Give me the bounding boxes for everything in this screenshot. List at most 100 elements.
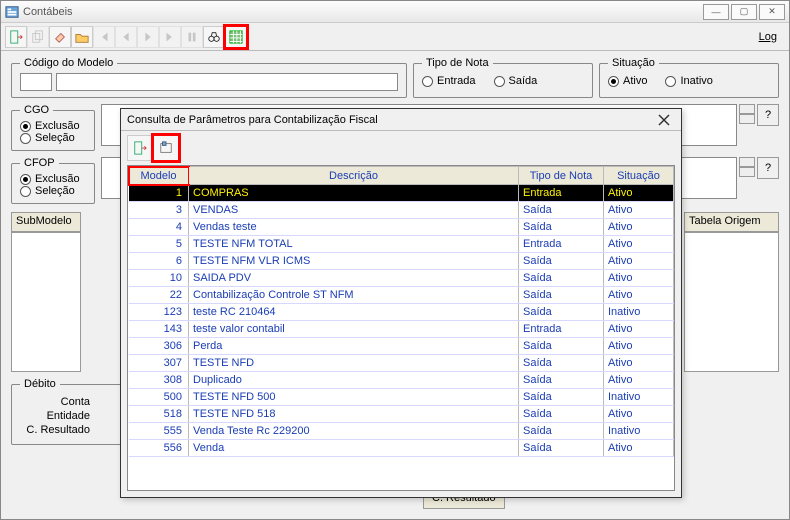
cell-tipo: Saída [519, 406, 604, 423]
cell-descricao: Duplicado [189, 372, 519, 389]
situacao-legend: Situação [608, 57, 659, 69]
open-button[interactable] [71, 26, 93, 48]
cresultado-label: C. Resultado [20, 424, 90, 436]
cell-tipo: Saída [519, 304, 604, 321]
cell-descricao: COMPRAS [189, 185, 519, 202]
radio-cgo-selecao[interactable]: Seleção [20, 132, 86, 144]
grid-button[interactable] [225, 26, 247, 48]
cell-situacao: Ativo [604, 372, 674, 389]
cell-tipo: Entrada [519, 236, 604, 253]
cell-tipo: Entrada [519, 185, 604, 202]
cell-situacao: Ativo [604, 440, 674, 457]
col-modelo[interactable]: Modelo [129, 167, 189, 185]
table-row[interactable]: 518TESTE NFD 518SaídaAtivo [129, 406, 674, 423]
cfop-legend: CFOP [20, 157, 59, 169]
table-row[interactable]: 3VENDASSaídaAtivo [129, 202, 674, 219]
cell-descricao: Venda Teste Rc 229200 [189, 423, 519, 440]
grid-icon [229, 30, 243, 44]
radio-cfop-selecao[interactable]: Seleção [20, 185, 86, 197]
col-tipo[interactable]: Tipo de Nota [519, 167, 604, 185]
table-row[interactable]: 306PerdaSaídaAtivo [129, 338, 674, 355]
tabela-origem-header[interactable]: Tabela Origem [684, 212, 779, 232]
table-row[interactable]: 22Contabilização Controle ST NFMSaídaAti… [129, 287, 674, 304]
cell-modelo: 22 [129, 287, 189, 304]
modal-grid[interactable]: Modelo Descrição Tipo de Nota Situação 1… [127, 165, 675, 491]
modal-close-button[interactable] [653, 111, 675, 129]
eraser-button[interactable] [49, 26, 71, 48]
table-row[interactable]: 307TESTE NFDSaídaAtivo [129, 355, 674, 372]
cfop-spinner[interactable] [739, 157, 755, 177]
cell-modelo: 556 [129, 440, 189, 457]
cell-descricao: TESTE NFD 518 [189, 406, 519, 423]
cell-modelo: 3 [129, 202, 189, 219]
radio-cfop-excl-label: Exclusão [35, 173, 80, 185]
cell-descricao: VENDAS [189, 202, 519, 219]
maximize-button[interactable]: ▢ [731, 4, 757, 20]
table-row[interactable]: 143teste valor contabilEntradaAtivo [129, 321, 674, 338]
col-situacao[interactable]: Situação [604, 167, 674, 185]
cfop-help-button[interactable]: ? [757, 157, 779, 179]
radio-cgo-sel-label: Seleção [35, 132, 75, 144]
cell-modelo: 500 [129, 389, 189, 406]
submodelo-header[interactable]: SubModelo [11, 212, 81, 232]
submodelo-list[interactable] [11, 232, 81, 372]
titlebar: Contábeis — ▢ ✕ [1, 1, 789, 23]
col-descricao[interactable]: Descrição [189, 167, 519, 185]
nav-first-button [93, 26, 115, 48]
radio-cfop-exclusao[interactable]: Exclusão [20, 173, 86, 185]
table-row[interactable]: 500TESTE NFD 500SaídaInativo [129, 389, 674, 406]
table-row[interactable]: 6TESTE NFM VLR ICMSSaídaAtivo [129, 253, 674, 270]
cell-descricao: TESTE NFM TOTAL [189, 236, 519, 253]
radio-ativo[interactable]: Ativo [608, 75, 647, 87]
log-link[interactable]: Log [759, 31, 785, 43]
modal-toolbar [121, 131, 681, 165]
table-row[interactable]: 556VendaSaídaAtivo [129, 440, 674, 457]
modal-exit-button[interactable] [127, 135, 153, 161]
close-button[interactable]: ✕ [759, 4, 785, 20]
cell-tipo: Entrada [519, 321, 604, 338]
table-row[interactable]: 1COMPRASEntradaAtivo [129, 185, 674, 202]
cell-modelo: 1 [129, 185, 189, 202]
cell-situacao: Ativo [604, 406, 674, 423]
cell-tipo: Saída [519, 270, 604, 287]
cell-tipo: Saída [519, 423, 604, 440]
radio-ativo-label: Ativo [623, 75, 647, 87]
codigo-modelo-group: Código do Modelo [11, 57, 407, 98]
cgo-legend: CGO [20, 104, 53, 116]
table-row[interactable]: 10SAIDA PDVSaídaAtivo [129, 270, 674, 287]
cell-modelo: 123 [129, 304, 189, 321]
debito-legend: Débito [20, 378, 60, 390]
cell-modelo: 555 [129, 423, 189, 440]
table-row[interactable]: 555Venda Teste Rc 229200SaídaInativo [129, 423, 674, 440]
cell-descricao: teste valor contabil [189, 321, 519, 338]
codigo-id-input[interactable] [20, 73, 52, 91]
table-row[interactable]: 5TESTE NFM TOTALEntradaAtivo [129, 236, 674, 253]
close-icon [658, 114, 670, 126]
cgo-help-button[interactable]: ? [757, 104, 779, 126]
table-row[interactable]: 4Vendas testeSaídaAtivo [129, 219, 674, 236]
cell-modelo: 143 [129, 321, 189, 338]
radio-inativo-label: Inativo [680, 75, 712, 87]
clone-button [27, 26, 49, 48]
tipo-nota-group: Tipo de Nota Entrada Saída [413, 57, 593, 98]
radio-cgo-exclusao[interactable]: Exclusão [20, 120, 86, 132]
cgo-spinner[interactable] [739, 104, 755, 124]
codigo-desc-input[interactable] [56, 73, 398, 91]
minimize-button[interactable]: — [703, 4, 729, 20]
radio-entrada[interactable]: Entrada [422, 75, 476, 87]
cell-tipo: Saída [519, 202, 604, 219]
table-row[interactable]: 123teste RC 210464SaídaInativo [129, 304, 674, 321]
select-icon [159, 141, 173, 155]
radio-inativo[interactable]: Inativo [665, 75, 712, 87]
tabela-origem-list[interactable] [684, 232, 779, 372]
cell-tipo: Saída [519, 287, 604, 304]
modal-select-button[interactable] [153, 135, 179, 161]
find-button[interactable] [203, 26, 225, 48]
codigo-legend: Código do Modelo [20, 57, 117, 69]
radio-saida[interactable]: Saída [494, 75, 538, 87]
radio-cfop-sel-label: Seleção [35, 185, 75, 197]
exit-button[interactable] [5, 26, 27, 48]
table-row[interactable]: 308DuplicadoSaídaAtivo [129, 372, 674, 389]
cell-situacao: Ativo [604, 270, 674, 287]
cell-descricao: Contabilização Controle ST NFM [189, 287, 519, 304]
